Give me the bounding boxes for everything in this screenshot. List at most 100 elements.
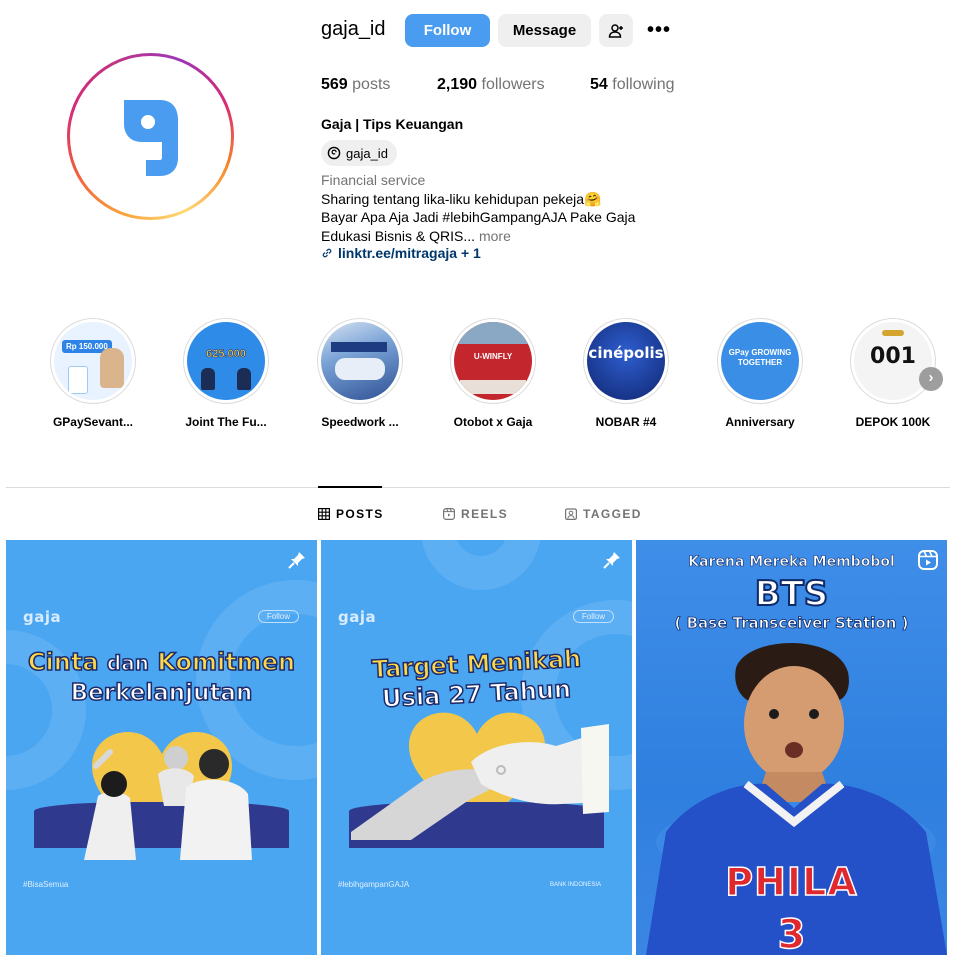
avatar-inner <box>70 56 231 217</box>
tab-posts[interactable]: POSTS <box>318 507 384 521</box>
presenter-photo <box>646 643 947 955</box>
suggest-users-button[interactable] <box>599 14 633 47</box>
followers-stat[interactable]: 2,190 followers <box>437 76 545 94</box>
highlight-ring: 001 <box>850 318 936 404</box>
bio-more-link[interactable]: more <box>479 228 511 244</box>
post-tile[interactable]: gaja Follow Target Menikah Usia 27 Tahun… <box>321 540 632 955</box>
profile-link[interactable]: linktr.ee/mitragaja + 1 <box>321 245 481 261</box>
profile-category: Financial service <box>321 172 426 188</box>
highlight-thumb: U-WINFLY <box>454 322 532 400</box>
posts-stat: 569 posts <box>321 76 390 94</box>
ellipsis-icon: ••• <box>646 19 671 41</box>
bio-line-2: Bayar Apa Aja Jadi #lebihGampangAJA Pake… <box>321 209 636 225</box>
more-options-button[interactable]: ••• <box>644 14 674 47</box>
post-hashtag: #lebihgampanGAJA <box>338 880 410 889</box>
highlight-gpaysevant[interactable]: Rp 150.000 GPaySevant... <box>28 318 158 429</box>
reel-subtitle: ( Base Transceiver Station ) <box>674 614 909 633</box>
highlight-label: GPaySevant... <box>52 415 134 429</box>
highlight-art-text: GPay GROWING TOGETHER <box>728 348 792 367</box>
gaja-brand-logo: gaja <box>338 608 377 626</box>
highlight-thumb: 001 <box>854 322 932 400</box>
post-tile[interactable]: gaja Follow Cinta dan Komitmen Berkelanj… <box>6 540 317 955</box>
highlight-ring <box>317 318 403 404</box>
reel-title: BTS <box>754 573 830 615</box>
highlight-art-shape <box>460 380 526 394</box>
jersey-number: 3 <box>777 911 806 955</box>
highlight-art-text: U-WINFLY <box>473 352 513 361</box>
highlight-ring: Rp 150.000 <box>50 318 136 404</box>
chevron-right-icon: › <box>928 369 934 386</box>
gaja-logo-icon <box>123 99 178 176</box>
tabs-divider <box>6 487 950 488</box>
post-headline-line-2: Berkelanjutan <box>70 679 253 707</box>
tab-posts-label: POSTS <box>336 507 384 521</box>
followers-label: followers <box>481 76 545 93</box>
highlight-label: DEPOK 100K <box>855 415 931 429</box>
highlight-label: Anniversary <box>725 415 795 429</box>
highlight-art-text: 625.000 <box>206 348 246 361</box>
tagged-icon <box>565 508 577 520</box>
threads-badge[interactable]: gaja_id <box>321 140 397 166</box>
followers-count: 2,190 <box>437 76 478 93</box>
profile-username: gaja_id <box>321 18 386 40</box>
highlight-thumb: cinépolis <box>587 322 665 400</box>
highlight-thumb <box>321 322 399 400</box>
highlight-thumb: GPay GROWING TOGETHER <box>721 322 799 400</box>
highlight-art-text: cinépolis <box>588 344 664 362</box>
holding-hands-illustration <box>351 724 609 840</box>
highlight-otobot[interactable]: U-WINFLY Otobot x Gaja <box>428 318 558 429</box>
pin-icon <box>603 552 620 569</box>
highlight-speedwork[interactable]: Speedwork ... <box>295 318 425 429</box>
tab-reels[interactable]: REELS <box>443 507 508 521</box>
post-headline-line-1: Cinta dan Komitmen <box>6 647 317 677</box>
highlight-label: Joint The Fu... <box>185 415 267 429</box>
link-icon <box>322 248 332 258</box>
story-highlights: Rp 150.000 GPaySevant... 625.000 Joint T… <box>0 318 955 438</box>
post-follow-pill: Follow <box>572 610 614 623</box>
following-stat[interactable]: 54 following <box>590 76 675 94</box>
tab-reels-label: REELS <box>461 507 509 521</box>
bio-line-1: Sharing tentang lika-liku kehidupan peke… <box>321 191 602 207</box>
posts-count: 569 <box>321 76 348 93</box>
highlight-ring: GPay GROWING TOGETHER <box>717 318 803 404</box>
following-label: following <box>612 76 675 93</box>
highlight-joint-the-future[interactable]: 625.000 Joint The Fu... <box>161 318 291 429</box>
highlight-art-sky <box>454 322 532 344</box>
highlight-nobar[interactable]: cinépolis NOBAR #4 <box>561 318 691 429</box>
highlight-art-text: 001 <box>870 344 916 369</box>
post-follow-pill: Follow <box>257 610 299 623</box>
reel-tile[interactable]: Karena Mereka Membobol BTS ( Base Transc… <box>636 540 947 955</box>
highlight-art-phone <box>68 366 88 394</box>
highlight-art-person <box>100 348 124 388</box>
jersey-text: PHILA <box>725 859 858 905</box>
highlight-anniversary[interactable]: GPay GROWING TOGETHER Anniversary <box>695 318 825 429</box>
family-photo-illustration <box>84 746 252 860</box>
grid-icon <box>318 508 330 520</box>
reels-icon <box>443 508 455 520</box>
highlight-art-shape <box>882 330 904 336</box>
pin-icon <box>288 552 305 569</box>
message-button[interactable]: Message <box>498 14 591 47</box>
threads-icon <box>327 146 341 160</box>
tab-tagged[interactable]: TAGGED <box>565 507 642 521</box>
highlight-art-person <box>201 368 215 390</box>
active-tab-indicator <box>318 486 382 488</box>
posts-label: posts <box>352 76 391 93</box>
highlight-label: NOBAR #4 <box>595 415 657 429</box>
background-arc <box>421 540 541 590</box>
following-count: 54 <box>590 76 608 93</box>
gaja-brand-logo: gaja <box>23 608 62 626</box>
follow-button[interactable]: Follow <box>405 14 490 47</box>
threads-handle: gaja_id <box>346 145 388 161</box>
profile-full-name: Gaja | Tips Keuangan <box>321 116 464 132</box>
tab-tagged-label: TAGGED <box>583 507 642 521</box>
highlights-next-button[interactable]: › <box>919 367 943 391</box>
headline-word: dan <box>106 650 150 676</box>
post-hashtag: #BisaSemua <box>23 880 69 889</box>
highlight-ring: 625.000 <box>183 318 269 404</box>
highlight-art-person <box>237 368 251 390</box>
highlight-label: Speedwork ... <box>321 415 399 429</box>
highlight-ring: cinépolis <box>583 318 669 404</box>
bank-indonesia-logo: BANK INDONESIA <box>550 881 602 888</box>
profile-avatar[interactable] <box>67 53 234 220</box>
